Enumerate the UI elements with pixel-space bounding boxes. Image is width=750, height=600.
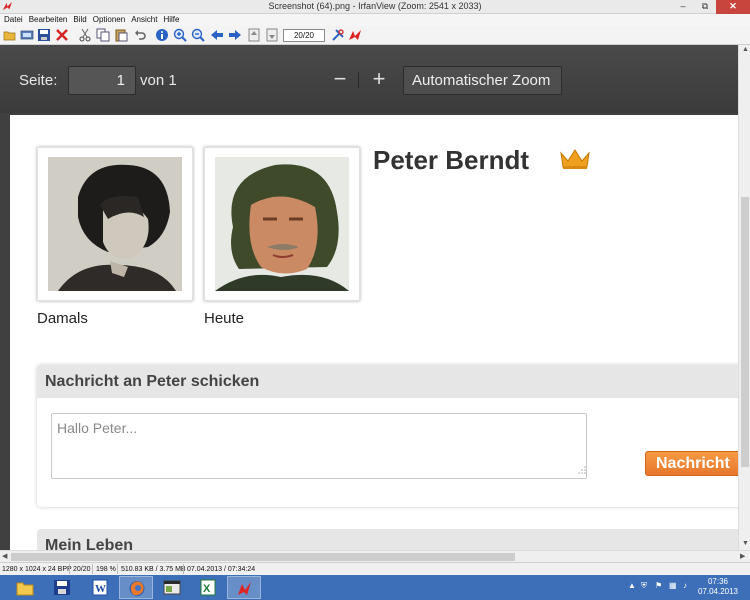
save-icon[interactable] xyxy=(37,28,51,42)
pdf-page: Damals Heute Peter Berndt Nachricht an P… xyxy=(10,115,738,550)
svg-text:X: X xyxy=(203,583,211,595)
scroll-right-arrow[interactable]: ▶ xyxy=(740,552,745,560)
menu-bar: Datei Bearbeiten Bild Optionen Ansicht H… xyxy=(0,14,750,26)
next-icon[interactable] xyxy=(228,28,242,42)
status-date: 07.04.2013 / 07:34:24 xyxy=(187,566,256,573)
page-number-field[interactable]: 20/20 xyxy=(283,29,325,42)
menu-datei[interactable]: Datei xyxy=(4,14,23,26)
horizontal-scroll-thumb[interactable] xyxy=(11,553,515,561)
zoom-out-icon[interactable] xyxy=(191,28,205,42)
menu-optionen[interactable]: Optionen xyxy=(93,14,125,26)
settings-icon[interactable] xyxy=(331,28,345,42)
scroll-down-arrow[interactable]: ▼ xyxy=(742,540,749,547)
send-message-button[interactable]: Nachricht xyxy=(645,451,738,476)
status-divider xyxy=(69,564,70,574)
life-section-header: Mein Leben xyxy=(37,529,738,550)
status-zoom: 198 % xyxy=(96,566,116,573)
irfanview-icon[interactable] xyxy=(348,28,362,42)
cut-icon[interactable] xyxy=(78,28,92,42)
explorer-icon xyxy=(16,582,34,596)
resize-grip-icon[interactable] xyxy=(577,465,587,475)
taskbar: W X ▲ ⛨ ⚑ ▦ ♪ 07:36 07.04.2013 xyxy=(0,575,750,600)
window-titlebar: Screenshot (64).png - IrfanView (Zoom: 2… xyxy=(0,0,750,14)
floppy-icon xyxy=(54,580,70,595)
copy-icon[interactable] xyxy=(96,28,110,42)
excel-taskbar-button[interactable]: X xyxy=(191,576,225,599)
excel-icon: X xyxy=(200,579,216,596)
tray-network-icon[interactable]: ▦ xyxy=(669,581,677,590)
vertical-scrollbar[interactable]: ▲ ▼ xyxy=(738,45,750,550)
photo-then-caption: Damals xyxy=(37,310,88,327)
menu-bild[interactable]: Bild xyxy=(73,14,86,26)
portrait-then-image xyxy=(48,157,182,291)
window-taskbar-button[interactable] xyxy=(155,576,189,599)
status-bar: 1280 x 1024 x 24 BPP 20/20 198 % 510.83 … xyxy=(0,562,750,575)
paste-icon[interactable] xyxy=(114,28,128,42)
page-input[interactable]: 1 xyxy=(68,66,136,95)
prev-icon[interactable] xyxy=(210,28,224,42)
irfanview-icon xyxy=(238,582,251,595)
message-textarea[interactable]: Hallo Peter... xyxy=(51,413,587,479)
photo-now xyxy=(204,147,360,301)
status-divider xyxy=(92,564,93,574)
crown-icon xyxy=(560,149,590,169)
zoom-in-icon[interactable] xyxy=(173,28,187,42)
word-icon: W xyxy=(92,579,108,596)
menu-bearbeiten[interactable]: Bearbeiten xyxy=(29,14,68,26)
word-taskbar-button[interactable]: W xyxy=(83,576,117,599)
horizontal-scrollbar[interactable]: ◀ ▶ xyxy=(0,550,750,562)
open-folder-icon[interactable] xyxy=(3,28,17,42)
scroll-left-arrow[interactable]: ◀ xyxy=(2,552,7,560)
pdf-toolbar: Seite: 1 von 1 − + Automatischer Zoom xyxy=(0,45,738,113)
zoom-in-button[interactable]: + xyxy=(366,67,392,93)
minimize-button[interactable]: – xyxy=(672,0,694,14)
zoom-select[interactable]: Automatischer Zoom xyxy=(403,66,562,95)
info-icon[interactable] xyxy=(155,28,169,42)
page-label: Seite: xyxy=(19,72,58,89)
status-divider xyxy=(117,564,118,574)
message-panel: Nachricht an Peter schicken Hallo Peter.… xyxy=(37,365,738,507)
floppy-taskbar-button[interactable] xyxy=(45,576,79,599)
delete-icon[interactable] xyxy=(55,28,69,42)
vertical-scroll-thumb[interactable] xyxy=(741,197,749,467)
clock-time: 07:36 xyxy=(707,577,729,586)
clock-date: 07.04.2013 xyxy=(697,587,739,596)
status-divider xyxy=(183,564,184,574)
page-count-label: von 1 xyxy=(140,72,177,89)
photo-now-caption: Heute xyxy=(204,310,245,327)
menu-ansicht[interactable]: Ansicht xyxy=(131,14,157,26)
undo-icon[interactable] xyxy=(133,28,147,42)
firefox-taskbar-button[interactable] xyxy=(119,576,153,599)
status-image-info: 1280 x 1024 x 24 BPP xyxy=(2,566,72,573)
pdf-viewer: Seite: 1 von 1 − + Automatischer Zoom Da… xyxy=(0,45,738,550)
status-size: 510.83 KB / 3.75 MB xyxy=(121,566,186,573)
profile-name: Peter Berndt xyxy=(373,145,530,175)
window-icon xyxy=(163,580,181,595)
zoom-out-button[interactable]: − xyxy=(327,67,353,93)
window-title: Screenshot (64).png - IrfanView (Zoom: 2… xyxy=(268,1,482,11)
slideshow-icon[interactable] xyxy=(20,28,34,42)
taskbar-clock[interactable]: 07:36 07.04.2013 xyxy=(690,577,746,597)
photo-then xyxy=(37,147,193,301)
tray-expand-icon[interactable]: ▲ xyxy=(628,581,636,590)
message-header: Nachricht an Peter schicken xyxy=(37,365,738,398)
explorer-taskbar-button[interactable] xyxy=(8,576,42,599)
tray-volume-icon[interactable]: ♪ xyxy=(683,581,687,590)
first-page-icon[interactable] xyxy=(247,28,261,42)
tray-flag-icon[interactable]: ⚑ xyxy=(655,581,662,590)
close-button[interactable]: ✕ xyxy=(716,0,750,14)
firefox-icon xyxy=(129,581,145,596)
zoom-separator xyxy=(358,72,359,88)
restore-button[interactable]: ⧉ xyxy=(694,0,716,14)
scroll-up-arrow[interactable]: ▲ xyxy=(742,46,749,53)
portrait-now-image xyxy=(215,157,349,291)
irfanview-taskbar-button[interactable] xyxy=(227,576,261,599)
last-page-icon[interactable] xyxy=(265,28,279,42)
toolbar: 20/20 xyxy=(0,26,750,45)
status-page: 20/20 xyxy=(73,566,91,573)
tray-security-icon[interactable]: ⛨ xyxy=(641,581,647,591)
menu-hilfe[interactable]: Hilfe xyxy=(163,14,179,26)
svg-text:W: W xyxy=(95,583,106,595)
